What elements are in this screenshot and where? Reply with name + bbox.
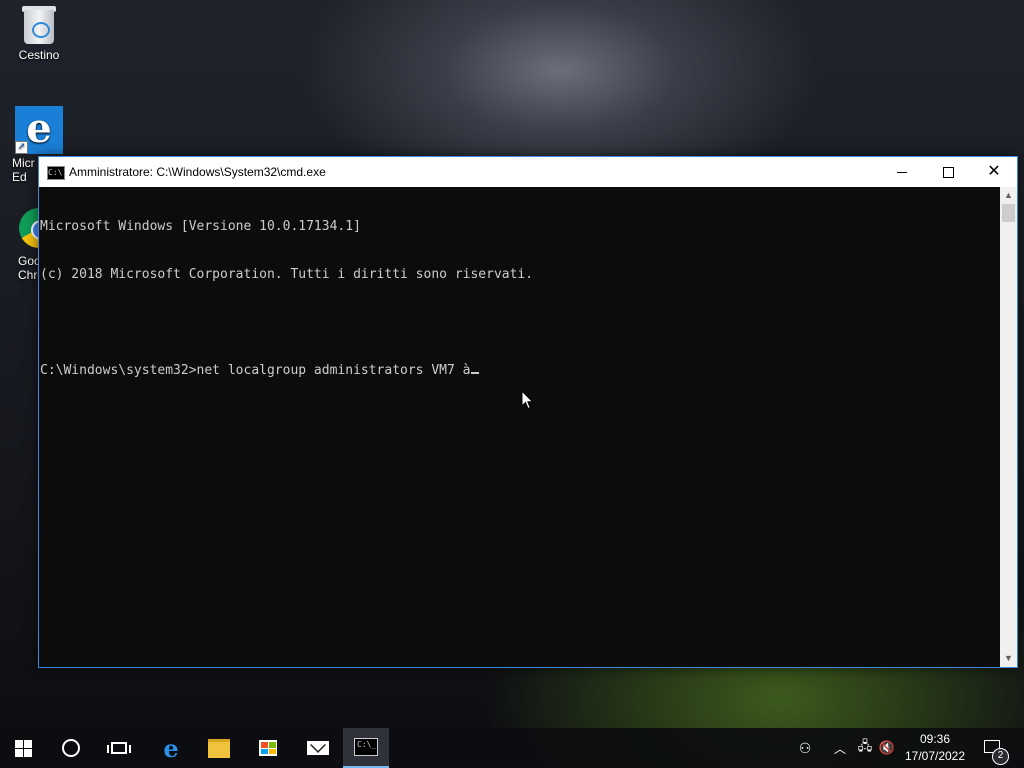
- cortana-button[interactable]: [48, 728, 94, 768]
- action-center-button[interactable]: 2: [980, 728, 1012, 768]
- console-input-line[interactable]: C:\Windows\system32>net localgroup admin…: [39, 363, 999, 379]
- start-icon: [14, 739, 32, 757]
- taskbar-store[interactable]: [245, 728, 291, 768]
- maximize-icon: [942, 166, 954, 178]
- cmd-icon: C:\_: [354, 738, 378, 756]
- cmd-window[interactable]: C:\ Amministratore: C:\Windows\System32\…: [38, 156, 1018, 668]
- mail-icon: [307, 741, 329, 755]
- scroll-up-arrow-icon[interactable]: ▲: [1000, 187, 1017, 204]
- volume-muted-icon: 🔇: [878, 740, 896, 755]
- console-line: Microsoft Windows [Versione 10.0.17134.1…: [40, 219, 361, 234]
- clock-time: 09:36: [919, 732, 951, 746]
- taskbar: e C:\_ ⚇ ︿ 🖧 🔇 09:36 17/07/2022 2: [0, 728, 1024, 768]
- maximize-button[interactable]: [925, 157, 971, 187]
- minimize-button[interactable]: [879, 157, 925, 187]
- close-icon: ✕: [987, 163, 1001, 180]
- scroll-down-arrow-icon[interactable]: ▼: [1000, 650, 1017, 667]
- edge-icon: e: [163, 733, 179, 763]
- console-output[interactable]: Microsoft Windows [Versione 10.0.17134.1…: [39, 187, 999, 667]
- volume-button[interactable]: 🔇: [876, 728, 898, 768]
- task-view-button[interactable]: [96, 728, 142, 768]
- task-view-icon: [107, 742, 131, 754]
- start-button[interactable]: [0, 728, 46, 768]
- notification-count: 2: [992, 748, 1009, 765]
- show-hidden-icons-button[interactable]: ︿: [830, 728, 850, 768]
- network-icon: 🖧: [857, 738, 873, 753]
- close-button[interactable]: ✕: [971, 157, 1017, 187]
- console-command: C:\Windows\system32>net localgroup admin…: [40, 363, 471, 378]
- vertical-scrollbar[interactable]: ▲ ▼: [1000, 187, 1017, 667]
- clock-date: 17/07/2022: [904, 749, 966, 763]
- text-cursor: [471, 372, 480, 374]
- cortana-icon: [62, 739, 80, 757]
- chevron-up-icon: ︿: [833, 741, 846, 756]
- scroll-thumb[interactable]: [1002, 204, 1015, 222]
- title-bar[interactable]: C:\ Amministratore: C:\Windows\System32\…: [39, 157, 1017, 187]
- network-button[interactable]: 🖧: [854, 728, 876, 768]
- file-explorer-icon: [208, 738, 230, 758]
- people-icon: ⚇: [798, 739, 812, 756]
- recycle-bin-icon: [20, 2, 58, 46]
- console-line: (c) 2018 Microsoft Corporation. Tutti i …: [40, 267, 534, 282]
- cmd-app-icon[interactable]: C:\: [47, 166, 65, 180]
- taskbar-mail[interactable]: [295, 728, 341, 768]
- minimize-icon: [897, 171, 907, 173]
- clock[interactable]: 09:36 17/07/2022: [900, 731, 970, 765]
- people-button[interactable]: ⚇: [792, 728, 818, 768]
- edge-icon: e ↗: [15, 106, 63, 154]
- taskbar-file-explorer[interactable]: [196, 728, 242, 768]
- taskbar-edge[interactable]: e: [148, 728, 194, 768]
- taskbar-cmd[interactable]: C:\_: [343, 728, 389, 768]
- window-title: Amministratore: C:\Windows\System32\cmd.…: [69, 165, 326, 179]
- desktop-icon-recycle-bin[interactable]: Cestino: [4, 2, 74, 62]
- store-icon: [259, 740, 277, 756]
- desktop-icon-label: Cestino: [18, 48, 60, 62]
